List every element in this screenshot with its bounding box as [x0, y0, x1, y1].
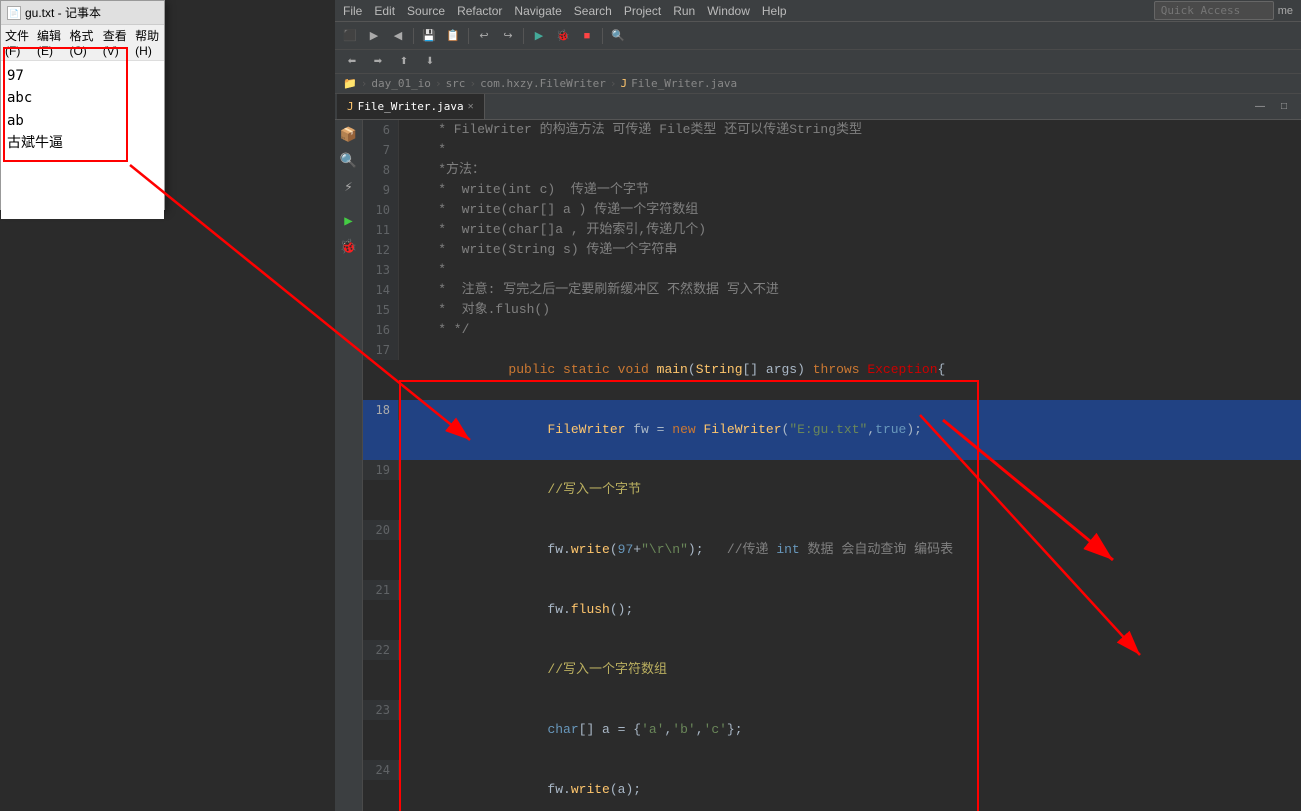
breadcrumb-icon: 📁 — [343, 77, 357, 90]
menu-edit[interactable]: 编辑(E) — [37, 27, 61, 58]
tab-close-btn[interactable]: ✕ — [468, 101, 474, 112]
toolbar-sep-3 — [523, 28, 524, 44]
code-line-20: 20 fw.write(97+"\r\n"); //传递 int 数据 会自动查… — [363, 520, 1301, 580]
notepad-titlebar: 📄 gu.txt - 记事本 — [1, 1, 164, 25]
code-line-22: 22 //写入一个字符数组 — [363, 640, 1301, 700]
toolbar-btn-run[interactable]: ▶ — [528, 25, 550, 47]
left-sidebar: 📦 🔍 ⚡ ▶ 🐞 — [335, 120, 363, 811]
code-line-17: 17 public static void main(String[] args… — [363, 340, 1301, 400]
notepad-line-3: ab — [7, 110, 158, 132]
sidebar-icon-run[interactable]: ▶ — [338, 210, 360, 232]
tab-maximize-btn[interactable]: □ — [1273, 96, 1295, 118]
quick-access-input[interactable] — [1154, 1, 1274, 20]
ide-toolbar-2: ⬅ ➡ ⬆ ⬇ — [335, 50, 1301, 74]
menu-file[interactable]: 文件(F) — [5, 27, 29, 58]
tab-label: File_Writer.java — [358, 100, 464, 113]
ide-container: File Edit Source Refactor Navigate Searc… — [335, 0, 1301, 811]
ide-menubar[interactable]: File Edit Source Refactor Navigate Searc… — [335, 0, 1301, 22]
menu-help[interactable]: 帮助(H) — [135, 27, 160, 58]
notepad-window: 📄 gu.txt - 记事本 文件(F) 编辑(E) 格式(O) 查看(V) 帮… — [0, 0, 165, 210]
toolbar-btn-1[interactable]: ⬛ — [339, 25, 361, 47]
code-line-11: 11 * write(char[]a , 开始索引,传递几个) — [363, 220, 1301, 240]
sidebar-icon-3[interactable]: ⚡ — [338, 176, 360, 198]
notepad-menubar[interactable]: 文件(F) 编辑(E) 格式(O) 查看(V) 帮助(H) — [1, 25, 164, 61]
notepad-line-1: 97 — [7, 65, 158, 87]
toolbar2-btn-3[interactable]: ⬆ — [393, 51, 415, 73]
toolbar-sep-4 — [602, 28, 603, 44]
toolbar-btn-redo[interactable]: ↪ — [497, 25, 519, 47]
sidebar-icon-2[interactable]: 🔍 — [338, 150, 360, 172]
code-line-18: 18 FileWriter fw = new FileWriter("E:gu.… — [363, 400, 1301, 460]
editor-wrapper: 📦 🔍 ⚡ ▶ 🐞 6 * FileWriter 的构造方法 可传递 File类… — [335, 120, 1301, 811]
toolbar-sep-1 — [413, 28, 414, 44]
menu-navigate[interactable]: Navigate — [514, 4, 561, 18]
menu-edit[interactable]: Edit — [374, 4, 395, 18]
code-line-9: 9 * write(int c) 传递一个字节 — [363, 180, 1301, 200]
code-line-24: 24 fw.write(a); — [363, 760, 1301, 811]
notepad-line-4: 古斌牛逼 — [7, 132, 158, 154]
toolbar-btn-undo[interactable]: ↩ — [473, 25, 495, 47]
breadcrumb-item-day01[interactable]: day_01_io — [371, 77, 431, 90]
code-line-8: 8 *方法： — [363, 160, 1301, 180]
breadcrumb-item-file[interactable]: File_Writer.java — [631, 77, 737, 90]
menu-file[interactable]: File — [343, 4, 362, 18]
code-line-14: 14 * 注意: 写完之后一定要刷新缓冲区 不然数据 写入不进 — [363, 280, 1301, 300]
notepad-title: gu.txt - 记事本 — [25, 4, 101, 21]
notepad-content: 97 abc ab 古斌牛逼 — [1, 61, 164, 219]
toolbar-btn-3[interactable]: ◀ — [387, 25, 409, 47]
breadcrumb-item-src[interactable]: src — [446, 77, 466, 90]
tab-bar: J File_Writer.java ✕ — □ — [335, 94, 1301, 120]
notepad-line-2: abc — [7, 87, 158, 109]
menu-view[interactable]: 查看(V) — [103, 27, 127, 58]
tab-icon: J — [347, 100, 354, 113]
toolbar-btn-debug[interactable]: 🐞 — [552, 25, 574, 47]
toolbar2-btn-4[interactable]: ⬇ — [419, 51, 441, 73]
toolbar-icon-me: me — [1278, 5, 1293, 17]
code-line-21: 21 fw.flush(); — [363, 580, 1301, 640]
sidebar-icon-1[interactable]: 📦 — [338, 124, 360, 146]
breadcrumb: 📁 › day_01_io › src › com.hxzy.FileWrite… — [335, 74, 1301, 94]
toolbar2-btn-2[interactable]: ➡ — [367, 51, 389, 73]
menu-help[interactable]: Help — [762, 4, 787, 18]
menu-project[interactable]: Project — [624, 4, 661, 18]
tab-minimize-btn[interactable]: — — [1249, 96, 1271, 118]
code-line-10: 10 * write(char[] a ) 传递一个字符数组 — [363, 200, 1301, 220]
menu-run[interactable]: Run — [673, 4, 695, 18]
toolbar2-btn-1[interactable]: ⬅ — [341, 51, 363, 73]
code-line-13: 13 * — [363, 260, 1301, 280]
code-line-12: 12 * write(String s) 传递一个字符串 — [363, 240, 1301, 260]
code-line-19: 19 //写入一个字节 — [363, 460, 1301, 520]
toolbar-btn-stop[interactable]: ■ — [576, 25, 598, 47]
toolbar-btn-save[interactable]: 💾 — [418, 25, 440, 47]
menu-window[interactable]: Window — [707, 4, 750, 18]
code-line-23: 23 char[] a = {'a','b','c'}; — [363, 700, 1301, 760]
breadcrumb-item-j: J — [621, 77, 628, 90]
sidebar-icon-bug[interactable]: 🐞 — [338, 236, 360, 258]
code-line-7: 7 * — [363, 140, 1301, 160]
code-line-16: 16 * */ — [363, 320, 1301, 340]
toolbar-btn-search[interactable]: 🔍 — [607, 25, 629, 47]
menu-refactor[interactable]: Refactor — [457, 4, 502, 18]
breadcrumb-item-package[interactable]: com.hxzy.FileWriter — [480, 77, 606, 90]
menu-format[interactable]: 格式(O) — [69, 27, 94, 58]
toolbar-btn-2[interactable]: ▶ — [363, 25, 385, 47]
notepad-icon: 📄 — [7, 6, 21, 20]
code-line-15: 15 * 对象.flush() — [363, 300, 1301, 320]
code-editor[interactable]: 6 * FileWriter 的构造方法 可传递 File类型 还可以传递Str… — [363, 120, 1301, 811]
code-line-6: 6 * FileWriter 的构造方法 可传递 File类型 还可以传递Str… — [363, 120, 1301, 140]
tab-filewriter[interactable]: J File_Writer.java ✕ — [337, 94, 485, 119]
menu-source[interactable]: Source — [407, 4, 445, 18]
ide-toolbar-1: ⬛ ▶ ◀ 💾 📋 ↩ ↪ ▶ 🐞 ■ 🔍 — [335, 22, 1301, 50]
toolbar-btn-4[interactable]: 📋 — [442, 25, 464, 47]
menu-search[interactable]: Search — [574, 4, 612, 18]
toolbar-sep-2 — [468, 28, 469, 44]
